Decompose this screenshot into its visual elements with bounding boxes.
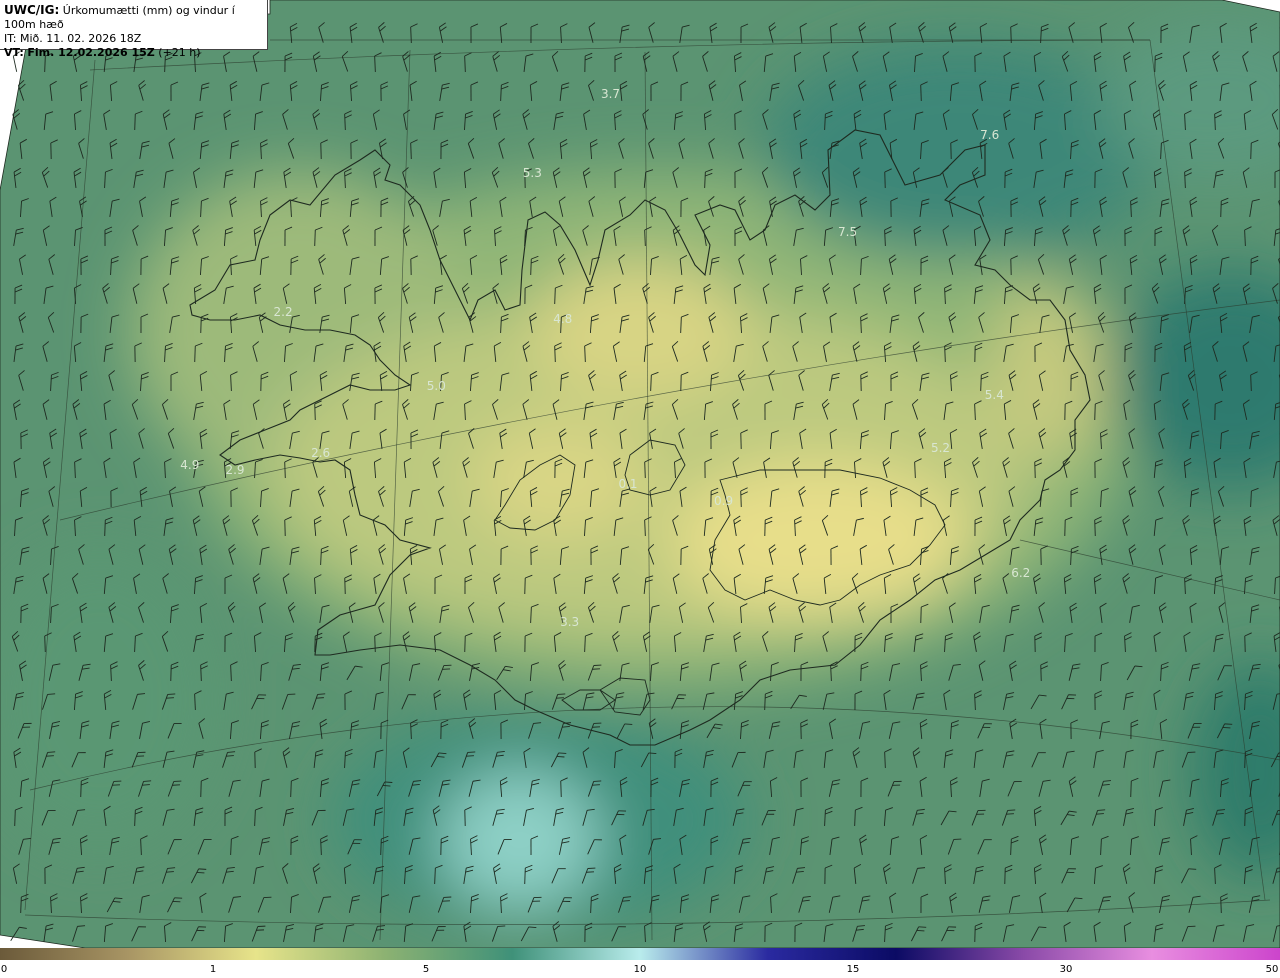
field-value-label: 7.6	[980, 127, 1000, 142]
valid-time: Fim. 12.02.2026 15Z	[27, 46, 155, 59]
field-value-label: 6.2	[1011, 565, 1031, 580]
colorbar-tick-label: 1	[209, 964, 217, 975]
field-value-label: 2.6	[311, 446, 331, 461]
field-value-label: 0.9	[714, 493, 734, 508]
issue-label: IT:	[4, 32, 17, 45]
precipitation-wind-map	[0, 0, 1280, 948]
issue-time: Mið. 11. 02. 2026 18Z	[19, 32, 142, 45]
colorbar-tick-label: 30	[1059, 964, 1073, 975]
colorbar-tick-label: 50	[1265, 964, 1279, 975]
field-value-label: 5.4	[984, 387, 1004, 402]
field-value-label: 5.0	[426, 379, 446, 394]
title-line: UWC/IG: Úrkomumætti (mm) og vindur í 100…	[4, 3, 263, 32]
field-value-label: 4.8	[553, 311, 573, 326]
map-info-box: UWC/IG: Úrkomumætti (mm) og vindur í 100…	[0, 0, 268, 59]
field-value-label: 4.9	[180, 458, 200, 473]
field-value-label: 3.7	[600, 87, 621, 102]
valid-label: VT:	[4, 46, 24, 59]
field-value-label: 7.5	[838, 225, 858, 240]
colorbar-tick-label: 10	[633, 964, 647, 975]
field-value-label: 2.2	[273, 304, 293, 319]
colorbar-gradient	[0, 948, 1280, 960]
issue-line: IT: Mið. 11. 02. 2026 18Z	[4, 32, 263, 46]
colorbar: 0 1 5 10 15 30 50	[0, 948, 1280, 978]
field-value-label: 5.3	[522, 165, 542, 180]
lead-time: (+21 h)	[158, 46, 201, 59]
valid-line: VT: Fim. 12.02.2026 15Z (+21 h)	[4, 46, 263, 60]
product-label: UWC/IG:	[4, 3, 60, 17]
field-value-label: 5.2	[930, 441, 951, 456]
field-value-label: 0.1	[618, 476, 638, 491]
colorbar-tick-label: 5	[422, 964, 430, 975]
field-value-label: 2.9	[225, 463, 245, 478]
colorbar-tick-label: 15	[846, 964, 860, 975]
field-value-label: 3.3	[560, 614, 580, 629]
precipitation-field	[0, 0, 1280, 948]
colorbar-tick-label: 0	[0, 964, 8, 975]
map-stage: 3.7 7.6 5.3 7.5 2.2 4.8 5.0 5.4 5.2 4.9 2.9 2.6 0.1 0…	[0, 0, 1280, 978]
